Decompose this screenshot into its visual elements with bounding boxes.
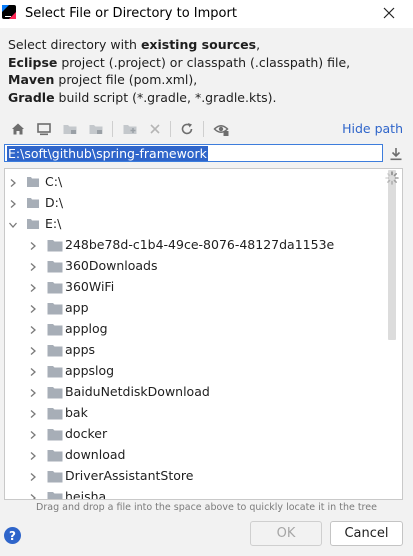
tree-row-folder[interactable]: bak [5,403,392,424]
project-folder-icon [60,119,80,139]
home-icon[interactable] [8,119,28,139]
folder-icon [47,366,63,378]
chevron-right-icon[interactable] [28,283,38,293]
tree-row-folder[interactable]: 360WiFi [5,277,392,298]
tree-row-folder[interactable]: 248be78d-c1b4-49ce-8076-48127da1153e [5,235,392,256]
tree-row-label: appslog [65,363,115,378]
drag-drop-hint: Drag and drop a file into the space abov… [36,502,377,513]
title-bar: Select File or Directory to Import [0,0,413,28]
close-icon[interactable] [380,4,398,22]
chevron-right-icon[interactable] [28,346,38,356]
file-tree[interactable]: C:\ D:\ E:\ 248be78d-c1b4-49ce-8076-48127da… [4,168,403,500]
refresh-icon[interactable] [177,119,197,139]
chevron-right-icon[interactable] [28,367,38,377]
import-description: Select directory with existing sources, … [8,36,408,106]
drive-icon [27,219,39,229]
tree-row-folder[interactable]: BaiduNetdiskDownload [5,382,392,403]
module-folder-icon [86,119,106,139]
tree-row-label: BaiduNetdiskDownload [65,384,210,399]
cancel-button[interactable]: Cancel [330,521,403,546]
toolbar-separator [112,121,113,137]
folder-icon [47,303,63,315]
tree-row-label: bak [65,405,88,420]
file-chooser-toolbar: Hide path [0,117,413,141]
tree-row-folder[interactable]: appslog [5,361,392,382]
tree-row-folder[interactable]: 360Downloads [5,256,392,277]
tree-row-drive[interactable]: D:\ [5,193,392,214]
tree-row-folder[interactable]: docker [5,424,392,445]
folder-icon [47,240,63,252]
toolbar-separator [203,121,204,137]
drive-icon [27,177,39,187]
folder-icon [47,261,63,273]
intellij-app-icon [2,5,16,19]
tree-row-label: 360WiFi [65,279,115,294]
drive-icon [27,198,39,208]
tree-row-label: C:\ [45,174,63,189]
folder-icon [47,387,63,399]
description-line-1: Select directory with existing sources, [8,37,261,52]
folder-icon [47,282,63,294]
tree-row-label: 360Downloads [65,258,158,273]
tree-row-label: app [65,300,89,315]
tree-row-folder[interactable]: download [5,445,392,466]
folder-icon [47,345,63,357]
chevron-right-icon[interactable] [28,304,38,314]
loading-spinner-icon [385,171,399,185]
path-input-selected-text: E:\soft\github\spring-framework [7,146,208,161]
chevron-right-icon[interactable] [28,430,38,440]
show-hidden-icon[interactable] [211,119,231,139]
tree-row-folder[interactable]: heisha [5,487,392,500]
desktop-icon[interactable] [34,119,54,139]
tree-row-label: applog [65,321,108,336]
folder-icon [47,450,63,462]
ok-button[interactable]: OK [250,521,322,546]
delete-icon [145,119,165,139]
tree-row-label: heisha [65,489,107,500]
download-icon[interactable] [388,146,404,162]
tree-row-folder[interactable]: apps [5,340,392,361]
help-button[interactable]: ? [4,527,21,544]
folder-icon [47,429,63,441]
chevron-right-icon[interactable] [8,199,18,209]
path-input[interactable]: E:\soft\github\spring-framework [4,144,383,162]
tree-row-label: 248be78d-c1b4-49ce-8076-48127da1153e [65,237,335,252]
folder-icon [47,408,63,420]
window-title: Select File or Directory to Import [25,6,237,21]
toolbar-separator [170,121,171,137]
chevron-right-icon[interactable] [28,241,38,251]
chevron-right-icon[interactable] [28,493,38,500]
tree-row-folder[interactable]: DriverAssistantStore [5,466,392,487]
tree-row-folder[interactable]: app [5,298,392,319]
chevron-right-icon[interactable] [28,451,38,461]
folder-icon [47,492,63,499]
tree-scrollbar-thumb[interactable] [388,170,396,340]
tree-row-label: E:\ [45,216,62,231]
hide-path-link[interactable]: Hide path [342,121,403,136]
description-line-3: Maven project file (pom.xml), [8,72,198,87]
chevron-right-icon[interactable] [28,472,38,482]
new-folder-icon [120,119,140,139]
tree-row-drive[interactable]: C:\ [5,172,392,193]
tree-row-label: download [65,447,126,462]
tree-row-drive[interactable]: E:\ [5,214,392,235]
folder-icon [47,324,63,336]
tree-row-label: DriverAssistantStore [65,468,194,483]
chevron-right-icon[interactable] [8,178,18,188]
chevron-right-icon[interactable] [28,262,38,272]
chevron-right-icon[interactable] [28,388,38,398]
tree-row-label: D:\ [45,195,64,210]
tree-row-label: docker [65,426,108,441]
description-line-2: Eclipse project (.project) or classpath … [8,54,351,70]
folder-icon [47,471,63,483]
description-line-4: Gradle build script (*.gradle, *.gradle.… [8,89,277,105]
chevron-down-icon[interactable] [8,220,18,230]
chevron-right-icon[interactable] [28,409,38,419]
chevron-right-icon[interactable] [28,325,38,335]
tree-row-folder[interactable]: applog [5,319,392,340]
tree-row-label: apps [65,342,96,357]
